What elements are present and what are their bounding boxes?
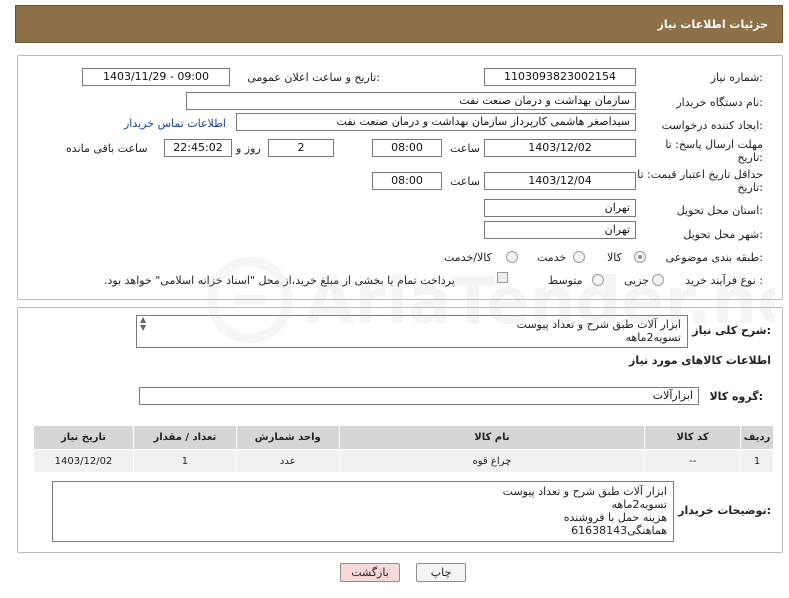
remaining-label: ساعت باقی مانده (66, 142, 148, 155)
requester-field: سیداصغر هاشمی کارپرداز سازمان بهداشت و د… (236, 113, 636, 131)
reply-deadline-label: مهلت ارسال پاسخ: تا (665, 138, 763, 151)
cell-unit: عدد (235, 449, 340, 473)
cell-row: 1 (740, 449, 774, 473)
category-label: طبقه بندی موضوعی: (665, 251, 763, 264)
page-title: جزئیات اطلاعات نیاز (657, 18, 769, 31)
category-radio-service[interactable] (573, 251, 585, 263)
buyer-note-line-3: هزینه حمل با فروشنده (563, 511, 667, 524)
category-goods-service-label: کالا/خدمت (444, 251, 492, 264)
purchase-radio-minor[interactable] (652, 274, 664, 286)
city-label: شهر محل تحویل: (683, 228, 763, 241)
buyer-notes-textarea[interactable]: ابزار آلات طبق شرح و تعداد پیوست تسویه2م… (52, 481, 674, 542)
province-field: تهران (484, 199, 636, 217)
cell-name: چراغ قوه (338, 449, 646, 473)
reply-time-label: ساعت (450, 142, 480, 155)
need-summary-textarea[interactable]: ابزار آلات طبق شرح و تعداد پیوست تسویه2م… (136, 315, 688, 348)
category-radio-goods-service[interactable] (506, 251, 518, 263)
page-header: جزئیات اطلاعات نیاز (15, 5, 783, 43)
need-summary-line-2: تسویه2ماهه (625, 331, 681, 344)
buyer-note-line-4: هماهنگی61638143 (571, 524, 667, 537)
category-service-label: خدمت (537, 251, 567, 264)
col-row: ردیف (740, 425, 774, 450)
treasury-payment-checkbox[interactable] (497, 272, 508, 283)
goods-table: ردیف کد کالا نام کالا واحد شمارش تعداد /… (33, 425, 774, 473)
goods-group-field: ابزارآلات (139, 387, 699, 405)
col-code: کد کالا (644, 425, 742, 450)
col-need-date: تاریخ نیاز (33, 425, 134, 450)
remaining-time-field: 22:45:02 (164, 139, 232, 157)
back-button[interactable]: بازگشت (340, 563, 400, 582)
cell-need-date: 1403/12/02 (33, 449, 134, 473)
requester-label: ایجاد کننده درخواست: (661, 119, 763, 132)
price-date-field: 1403/12/04 (484, 172, 636, 190)
reply-deadline-label-date: تاریخ: (737, 151, 763, 164)
need-summary-label: شرح کلی نیاز: (692, 324, 771, 337)
price-time-label: ساعت (450, 175, 480, 188)
buyer-note-line-2: تسویه2ماهه (611, 498, 667, 511)
buyer-note-line-1: ابزار آلات طبق شرح و تعداد پیوست (502, 485, 667, 498)
col-unit: واحد شمارش (235, 425, 340, 450)
purchase-type-label: نوع فرآیند خرید : (685, 274, 763, 287)
buyer-notes-label: توضیحات خریدار: (678, 504, 771, 517)
goods-group-label: گروه کالا: (709, 390, 763, 403)
need-number-field: 1103093823002154 (484, 68, 636, 86)
province-label: استان محل تحویل: (676, 204, 763, 217)
price-validity-label: حداقل تاریخ اعتبار قیمت: تا (637, 168, 763, 181)
treasury-payment-note: پرداخت تمام یا بخشی از مبلغ خرید،از محل … (104, 274, 455, 287)
reply-date-field: 1403/12/02 (484, 139, 636, 157)
need-number-label: شماره نیاز: (710, 71, 763, 84)
col-name: نام کالا (338, 425, 646, 450)
buyer-org-field: سازمان بهداشت و درمان صنعت نفت (186, 92, 636, 110)
cell-qty: 1 (132, 449, 237, 473)
day-and-label: روز و (236, 142, 261, 155)
announce-datetime-field: 1403/11/29 - 09:00 (82, 68, 230, 86)
need-summary-line-1: ابزار آلات طبق شرح و تعداد پیوست (516, 318, 681, 331)
category-radio-goods[interactable] (634, 251, 646, 263)
col-qty: تعداد / مقدار (132, 425, 237, 450)
print-button[interactable]: چاپ (416, 563, 466, 582)
goods-table-header: ردیف کد کالا نام کالا واحد شمارش تعداد /… (33, 425, 774, 450)
announce-datetime-label: تاریخ و ساعت اعلان عمومی: (247, 71, 380, 84)
purchase-medium-label: متوسط (548, 274, 583, 287)
table-row: 1 -- چراغ قوه عدد 1 1403/12/02 (33, 449, 774, 473)
buyer-org-label: نام دستگاه خریدار: (676, 96, 763, 109)
price-time-field: 08:00 (372, 172, 442, 190)
city-field: تهران (484, 221, 636, 239)
purchase-minor-label: جزیی (624, 274, 650, 287)
cell-code: -- (644, 449, 742, 473)
buyer-contact-link[interactable]: اطلاعات تماس خریدار (124, 117, 226, 130)
category-goods-label: کالا (607, 251, 622, 264)
goods-info-title: اطلاعات کالاهای مورد نیاز (629, 354, 771, 367)
textarea-scroll-icon[interactable]: ▲ ▼ (140, 316, 146, 332)
reply-time-field: 08:00 (372, 139, 442, 157)
purchase-radio-medium[interactable] (592, 274, 604, 286)
price-validity-label-date: تاریخ: (737, 181, 763, 194)
reply-days-field: 2 (268, 139, 334, 157)
